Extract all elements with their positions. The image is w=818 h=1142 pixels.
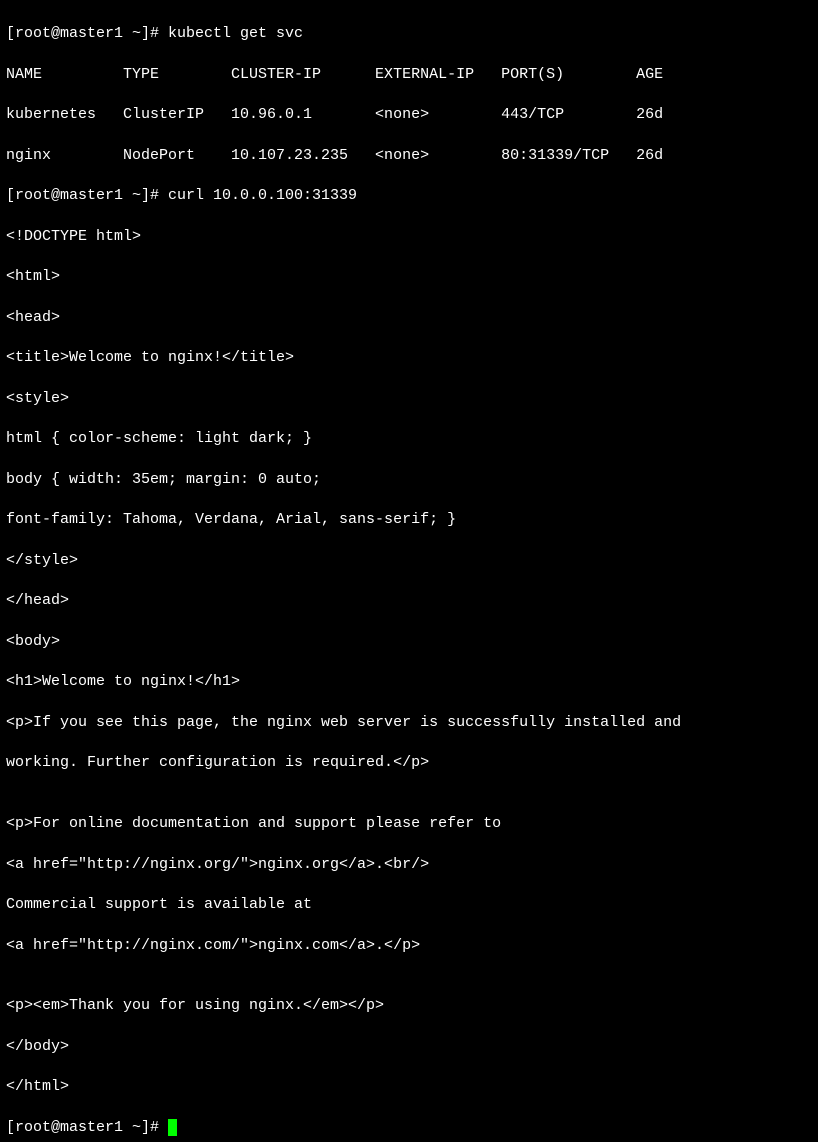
curl-output-doctype: <!DOCTYPE html> bbox=[6, 227, 812, 247]
curl-output-link-org: <a href="http://nginx.org/">nginx.org</a… bbox=[6, 855, 812, 875]
prompt-line-2: [root@master1 ~]# curl 10.0.0.100:31339 bbox=[6, 186, 812, 206]
curl-output-p2-line3: Commercial support is available at bbox=[6, 895, 812, 915]
curl-output-css-3: font-family: Tahoma, Verdana, Arial, san… bbox=[6, 510, 812, 530]
svc-header: NAME TYPE CLUSTER-IP EXTERNAL-IP PORT(S)… bbox=[6, 65, 812, 85]
prompt-text: [root@master1 ~]# bbox=[6, 1119, 168, 1136]
curl-output-h1: <h1>Welcome to nginx!</h1> bbox=[6, 672, 812, 692]
curl-output-style-close: </style> bbox=[6, 551, 812, 571]
curl-output-p1-line2: working. Further configuration is requir… bbox=[6, 753, 812, 773]
curl-output-thanks: <p><em>Thank you for using nginx.</em></… bbox=[6, 996, 812, 1016]
curl-output-css-1: html { color-scheme: light dark; } bbox=[6, 429, 812, 449]
prompt-line-1: [root@master1 ~]# kubectl get svc bbox=[6, 24, 812, 44]
curl-output-html-close: </html> bbox=[6, 1077, 812, 1097]
curl-output-head-close: </head> bbox=[6, 591, 812, 611]
curl-output-head-open: <head> bbox=[6, 308, 812, 328]
curl-output-html-open: <html> bbox=[6, 267, 812, 287]
curl-output-title: <title>Welcome to nginx!</title> bbox=[6, 348, 812, 368]
curl-output-link-com: <a href="http://nginx.com/">nginx.com</a… bbox=[6, 936, 812, 956]
terminal-cursor bbox=[168, 1119, 177, 1136]
curl-output-p1-line1: <p>If you see this page, the nginx web s… bbox=[6, 713, 812, 733]
curl-output-style-open: <style> bbox=[6, 389, 812, 409]
curl-output-body-close: </body> bbox=[6, 1037, 812, 1057]
svc-row-kubernetes: kubernetes ClusterIP 10.96.0.1 <none> 44… bbox=[6, 105, 812, 125]
terminal-output[interactable]: [root@master1 ~]# kubectl get svc NAME T… bbox=[6, 4, 812, 1142]
svc-row-nginx: nginx NodePort 10.107.23.235 <none> 80:3… bbox=[6, 146, 812, 166]
curl-output-body-open: <body> bbox=[6, 632, 812, 652]
curl-output-css-2: body { width: 35em; margin: 0 auto; bbox=[6, 470, 812, 490]
prompt-line-3[interactable]: [root@master1 ~]# bbox=[6, 1118, 812, 1138]
curl-output-p2-line1: <p>For online documentation and support … bbox=[6, 814, 812, 834]
